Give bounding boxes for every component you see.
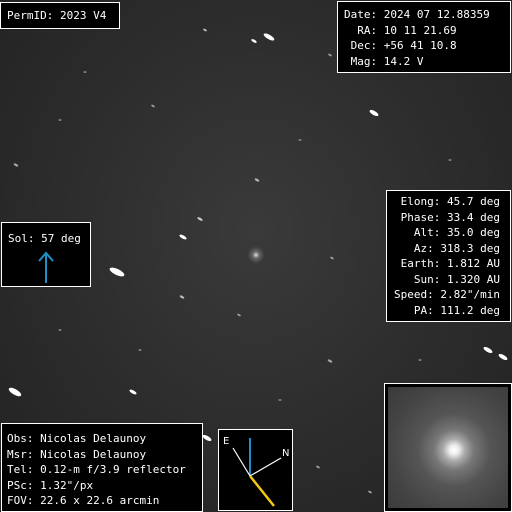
az-line: Az: 318.3 deg — [413, 241, 500, 255]
east-label: E — [223, 436, 230, 447]
phase-line: Phase: 33.4 deg — [400, 210, 500, 224]
comet-coma — [247, 246, 265, 264]
measurer-line: Msr: Nicolas Delaunoy — [7, 447, 147, 461]
elong-line: Elong: 45.7 deg — [400, 195, 500, 208]
perm-id-box: PermID: 2023 V4 — [0, 2, 120, 29]
date-line: Date: 2024 07 12.88359 — [344, 8, 490, 21]
pa-line: PA: 111.2 deg — [413, 303, 500, 317]
dec-line: Dec: +56 41 10.8 — [344, 39, 457, 52]
comet-zoom-thumbnail — [384, 383, 512, 512]
field-of-view-line: FOV: 22.6 x 22.6 arcmin — [7, 494, 160, 507]
ra-line: RA: 10 11 21.69 — [344, 23, 457, 37]
orientation-compass: E N — [218, 429, 293, 511]
telescope-line: Tel: 0.12-m f/3.9 reflector — [7, 463, 186, 476]
sun-distance-line: Sun: 1.320 AU — [413, 272, 500, 286]
alt-line: Alt: 35.0 deg — [413, 226, 500, 239]
sun-direction-box: Sol: 57 deg — [1, 222, 91, 287]
perm-id-label: PermID: 2023 V4 — [7, 9, 107, 22]
sun-direction-arrow-icon — [38, 251, 54, 283]
observation-header-box: Date: 2024 07 12.88359 RA: 10 11 21.69 D… — [337, 1, 511, 73]
comet-image-frame: PermID: 2023 V4 Date: 2024 07 12.88359 R… — [0, 0, 512, 512]
geometry-box: Elong: 45.7 deg Phase: 33.4 deg Alt: 35.… — [386, 190, 511, 322]
comet-zoom-image — [388, 387, 508, 508]
north-label: N — [282, 448, 290, 459]
speed-line: Speed: 2.82"/min — [394, 288, 500, 301]
mag-line: Mag: 14.2 V — [344, 54, 424, 68]
compass-lines-icon — [232, 438, 282, 507]
sol-angle-label: Sol: 57 deg — [8, 232, 81, 245]
observer-info-box: Obs: Nicolas Delaunoy Msr: Nicolas Delau… — [1, 423, 203, 512]
earth-distance-line: Earth: 1.812 AU — [400, 257, 500, 270]
observer-line: Obs: Nicolas Delaunoy — [7, 432, 147, 445]
pixel-scale-line: PSc: 1.32"/px — [7, 478, 94, 492]
